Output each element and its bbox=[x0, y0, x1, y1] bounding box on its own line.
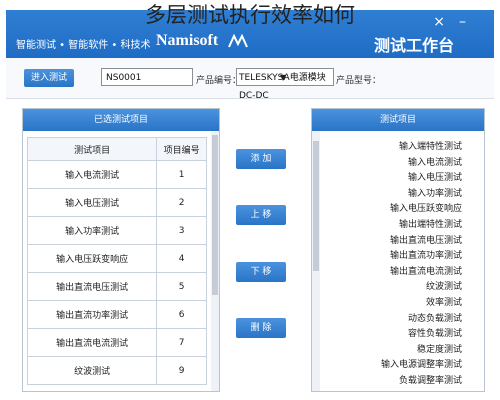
product-model-label: 产品型号： bbox=[336, 76, 382, 86]
tree-item[interactable]: 输出直流功率测试 bbox=[320, 248, 480, 264]
table-row[interactable]: 输出直流功率测试 6 bbox=[26, 300, 207, 329]
table-header-row: 测试项目 项目编号 bbox=[26, 137, 207, 161]
selected-items-panel: 已选测试项目 测试项目 项目编号 输入电流测试 1 输入电压测试 2 输入功率测试 3… bbox=[22, 108, 220, 392]
available-items-tree: 输入端特性测试 输入电流测试 输入电压测试 输入功率测试 输入电压跃变响应 输出… bbox=[320, 139, 480, 389]
available-items-panel: 测试项目 输入端特性测试 输入电流测试 输入电压测试 输入功率测试 输入电压跃变… bbox=[311, 108, 485, 392]
tree-item[interactable]: 容性负载测试 bbox=[320, 326, 480, 342]
cell-item-no: 4 bbox=[156, 244, 207, 273]
tree-item[interactable]: 负载调整率测试 bbox=[320, 373, 480, 389]
tree-item[interactable]: 输出直流电压测试 bbox=[320, 233, 480, 249]
chevron-down-icon[interactable]: ▼ bbox=[280, 73, 286, 82]
move-up-button[interactable]: 上 移 bbox=[236, 205, 286, 225]
available-items-header: 测试项目 bbox=[312, 109, 484, 131]
tree-item[interactable]: 输入功率测试 bbox=[320, 186, 480, 202]
table-row[interactable]: 输出直流电流测试 7 bbox=[26, 328, 207, 357]
selected-items-header: 已选测试项目 bbox=[23, 109, 219, 131]
tree-item[interactable]: 输入电流测试 bbox=[320, 155, 480, 171]
tree-item[interactable]: 输入电压跃变响应 bbox=[320, 201, 480, 217]
table-row[interactable]: 输入电压跃变响应 4 bbox=[26, 244, 207, 273]
cell-test-item: 输入电压跃变响应 bbox=[26, 244, 158, 273]
tree-item[interactable]: 输入电源调整率测试 bbox=[320, 357, 480, 373]
selected-items-table: 测试项目 项目编号 输入电流测试 1 输入电压测试 2 输入功率测试 3 输入电压跃变… bbox=[26, 137, 207, 385]
cell-test-item: 输出直流功率测试 bbox=[26, 300, 158, 329]
tree-item[interactable]: 输入端特性测试 bbox=[320, 139, 480, 155]
tree-item[interactable]: 输出直流电流测试 bbox=[320, 264, 480, 280]
table-row[interactable]: 输入功率测试 3 bbox=[26, 216, 207, 245]
available-items-scrollbar[interactable] bbox=[312, 131, 320, 391]
cell-test-item: 输出直流电流测试 bbox=[26, 328, 158, 357]
tree-item[interactable]: 效率测试 bbox=[320, 295, 480, 311]
brand-logo-icon bbox=[228, 34, 248, 48]
cell-test-item: 输出直流电压测试 bbox=[26, 272, 158, 301]
tree-item[interactable]: 输出端特性测试 bbox=[320, 217, 480, 233]
tree-item[interactable]: 动态负载测试 bbox=[320, 311, 480, 327]
cell-item-no: 2 bbox=[156, 188, 207, 217]
product-no-label: 产品编号： bbox=[196, 76, 242, 86]
selected-items-scrollbar[interactable] bbox=[211, 131, 219, 391]
cell-item-no: 7 bbox=[156, 328, 207, 357]
scrollbar-thumb[interactable] bbox=[313, 141, 319, 271]
column-header-item-no[interactable]: 项目编号 bbox=[156, 137, 207, 161]
cell-item-no: 9 bbox=[156, 356, 207, 385]
toolbar: 进入测试 产品型号： TELESKYSA电源模块DC-DC ▼ 产品编号： NS… bbox=[6, 58, 494, 101]
cell-test-item: 输入电流测试 bbox=[26, 160, 158, 189]
app-window: 多层测试执行效率如何 ×– 智能测试 • 智能软件 • 科技术 Namisoft… bbox=[0, 0, 500, 400]
delete-button[interactable]: 删 除 bbox=[236, 318, 286, 338]
cell-item-no: 6 bbox=[156, 300, 207, 329]
overlay-title: 多层测试执行效率如何 bbox=[145, 3, 355, 27]
scrollbar-thumb[interactable] bbox=[212, 135, 218, 295]
table-row[interactable]: 纹波测试 9 bbox=[26, 356, 207, 385]
cell-test-item: 输入电压测试 bbox=[26, 188, 158, 217]
product-no-value: NS0001 bbox=[106, 73, 142, 83]
add-button[interactable]: 添 加 bbox=[236, 149, 286, 169]
cell-item-no: 1 bbox=[156, 160, 207, 189]
column-header-test-item[interactable]: 测试项目 bbox=[26, 137, 158, 161]
title-tagline: 智能测试 • 智能软件 • 科技术 bbox=[16, 40, 151, 51]
cell-test-item: 纹波测试 bbox=[26, 356, 158, 385]
tree-item[interactable]: 输入电压测试 bbox=[320, 170, 480, 186]
workbench-title: 测试工作台 bbox=[373, 36, 454, 55]
cell-item-no: 3 bbox=[156, 216, 207, 245]
brand-name: Namisoft bbox=[156, 32, 219, 49]
move-down-button[interactable]: 下 移 bbox=[236, 262, 286, 282]
table-row[interactable]: 输出直流电压测试 5 bbox=[26, 272, 207, 301]
enter-test-button[interactable]: 进入测试 bbox=[24, 69, 74, 87]
cell-test-item: 输入功率测试 bbox=[26, 216, 158, 245]
table-row[interactable]: 输入电压测试 2 bbox=[26, 188, 207, 217]
product-no-field[interactable]: NS0001 bbox=[101, 68, 193, 86]
cell-item-no: 5 bbox=[156, 272, 207, 301]
tree-item[interactable]: 纹波测试 bbox=[320, 279, 480, 295]
table-row[interactable]: 输入电流测试 1 bbox=[26, 160, 207, 189]
tree-item[interactable]: 稳定度测试 bbox=[320, 342, 480, 358]
